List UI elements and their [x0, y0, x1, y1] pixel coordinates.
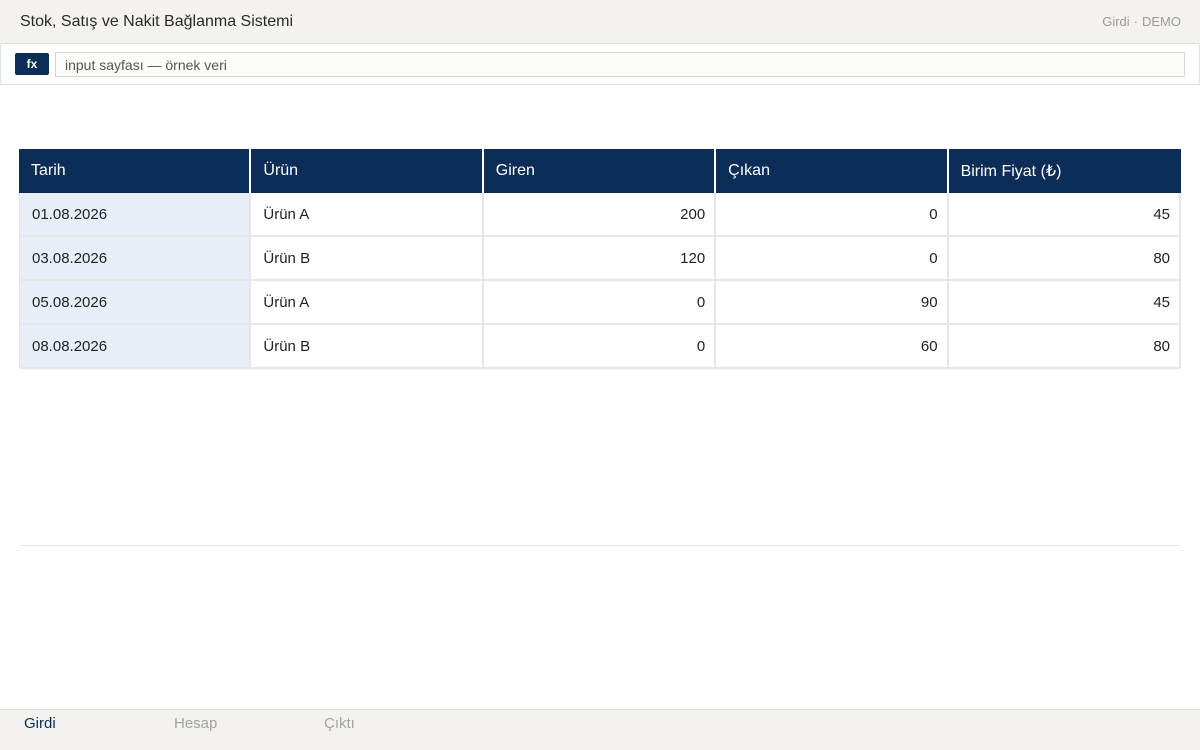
cell-birim-fiyat[interactable]: 45 [948, 193, 1181, 237]
cell-cikan[interactable]: 0 [716, 237, 949, 281]
cell-birim-fiyat[interactable]: 45 [948, 281, 1181, 325]
tab-girdi[interactable]: Girdi [24, 715, 56, 732]
current-sheet-label: Girdi [1102, 14, 1130, 29]
column-header-tarih[interactable]: Tarih [19, 149, 252, 193]
cell-tarih[interactable]: 03.08.2026 [19, 237, 252, 281]
cell-tarih[interactable]: 05.08.2026 [19, 281, 252, 325]
mode-label: DEMO [1142, 14, 1181, 29]
indicator-separator: · [1133, 14, 1138, 29]
formula-bar: fx [0, 44, 1200, 85]
cell-urun[interactable]: Ürün A [251, 281, 484, 325]
column-header-birim-fiyat[interactable]: Birim Fiyat (₺) [948, 149, 1181, 193]
tab-cikti[interactable]: Çıktı [324, 715, 355, 732]
cell-giren[interactable]: 0 [483, 281, 717, 325]
cell-urun[interactable]: Ürün B [251, 325, 484, 369]
cell-cikan[interactable]: 0 [716, 193, 949, 237]
cell-giren[interactable]: 0 [483, 325, 717, 369]
table-row: 03.08.2026 Ürün B 120 0 80 [19, 237, 1181, 281]
table-row: 05.08.2026 Ürün A 0 90 45 [19, 281, 1181, 325]
input-data-table: Tarih Ürün Giren Çıkan Birim Fiyat (₺) 0… [19, 149, 1181, 369]
sheet-mode-indicator: Girdi · DEMO [1102, 14, 1181, 29]
cell-giren[interactable]: 120 [483, 237, 717, 281]
cell-urun[interactable]: Ürün A [251, 193, 484, 237]
cell-birim-fiyat[interactable]: 80 [948, 237, 1181, 281]
table-row: 01.08.2026 Ürün A 200 0 45 [19, 193, 1181, 237]
title-bar: Stok, Satış ve Nakit Bağlanma Sistemi Gi… [0, 0, 1200, 44]
app-title: Stok, Satış ve Nakit Bağlanma Sistemi [20, 12, 293, 30]
tab-hesap[interactable]: Hesap [174, 715, 217, 732]
table-row: 08.08.2026 Ürün B 0 60 80 [19, 325, 1181, 369]
fx-button[interactable]: fx [15, 53, 49, 75]
cell-cikan[interactable]: 90 [716, 281, 949, 325]
sheet-tab-bar: Girdi Hesap Çıktı [0, 709, 1200, 750]
column-header-cikan[interactable]: Çıkan [716, 149, 949, 193]
cell-giren[interactable]: 200 [483, 193, 717, 237]
spreadsheet-app: Stok, Satış ve Nakit Bağlanma Sistemi Gi… [0, 0, 1200, 750]
cell-birim-fiyat[interactable]: 80 [948, 325, 1181, 369]
cell-tarih[interactable]: 01.08.2026 [19, 193, 252, 237]
cell-tarih[interactable]: 08.08.2026 [19, 325, 252, 369]
cell-urun[interactable]: Ürün B [251, 237, 484, 281]
table-header-row: Tarih Ürün Giren Çıkan Birim Fiyat (₺) [19, 149, 1181, 193]
formula-input[interactable] [55, 52, 1185, 77]
cell-cikan[interactable]: 60 [716, 325, 949, 369]
column-header-giren[interactable]: Giren [483, 149, 717, 193]
column-header-urun[interactable]: Ürün [251, 149, 484, 193]
section-divider [20, 545, 1180, 546]
